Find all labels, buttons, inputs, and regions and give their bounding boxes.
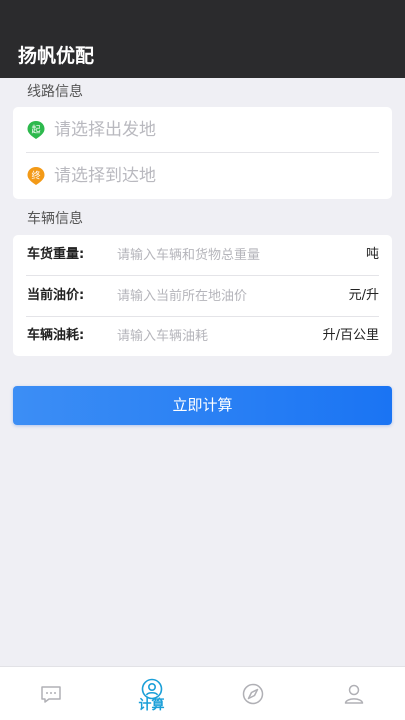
weight-input[interactable] [117,244,307,266]
route-card: 起 请选择出发地 终 请选择到达地 [13,107,392,199]
fuel-consumption-field-row: 车辆油耗: 升/百公里 [13,316,392,356]
start-pin-icon: 起 [27,121,45,139]
tab-calculate[interactable]: 计算 [101,667,202,720]
tab-messages[interactable] [0,667,101,720]
bottom-tab-bar: 计算 [0,666,405,720]
weight-label: 车货重量: [27,247,85,262]
weight-unit: 吨 [365,247,379,262]
tab-profile[interactable] [303,667,404,720]
departure-picker[interactable]: 起 请选择出发地 [13,107,392,153]
profile-icon [344,684,363,704]
departure-placeholder: 请选择出发地 [54,120,156,140]
app-title: 扬帆优配 [18,45,95,67]
start-badge-text: 起 [31,125,40,136]
destination-picker[interactable]: 终 请选择到达地 [13,153,392,199]
vehicle-card: 车货重量: 吨 当前油价: 元/升 车辆油耗: 升/百公里 [13,235,392,356]
app-bar: 扬帆优配 [0,0,405,78]
end-badge-text: 终 [31,170,40,182]
vehicle-section-title: 车辆信息 [27,211,83,227]
fuel-price-input[interactable] [117,285,307,307]
compass-icon [242,683,263,705]
destination-placeholder: 请选择到达地 [54,166,156,186]
weight-field-row: 车货重量: 吨 [13,235,392,275]
end-pin-icon: 终 [27,167,45,185]
calculate-button[interactable]: 立即计算 [13,386,392,425]
fuel-price-field-row: 当前油价: 元/升 [13,276,392,316]
tab-calculate-label: 计算 [138,698,165,713]
fuel-price-label: 当前油价: [27,288,85,303]
fuel-price-unit: 元/升 [348,288,379,303]
message-icon [40,686,61,703]
fuel-consumption-label: 车辆油耗: [27,328,85,343]
fuel-consumption-unit: 升/百公里 [322,328,379,343]
fuel-consumption-input[interactable] [117,325,307,347]
tab-discover[interactable] [202,667,303,720]
route-section-title: 线路信息 [27,84,83,100]
